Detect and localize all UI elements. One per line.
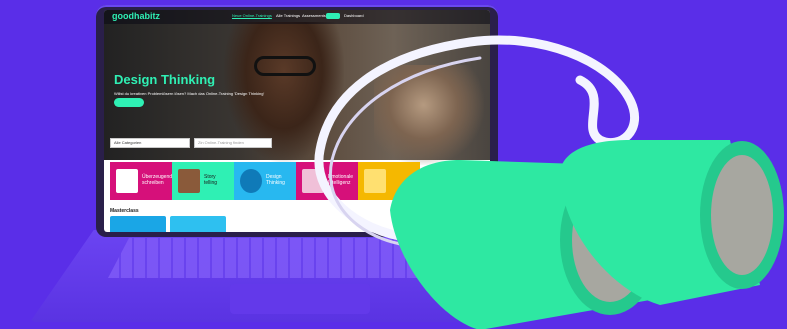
binoculars-illustration xyxy=(314,35,784,329)
binocular-lens-right xyxy=(711,155,773,275)
scene: goodhabitz Neue Online-Trainings Alle Tr… xyxy=(0,0,787,329)
